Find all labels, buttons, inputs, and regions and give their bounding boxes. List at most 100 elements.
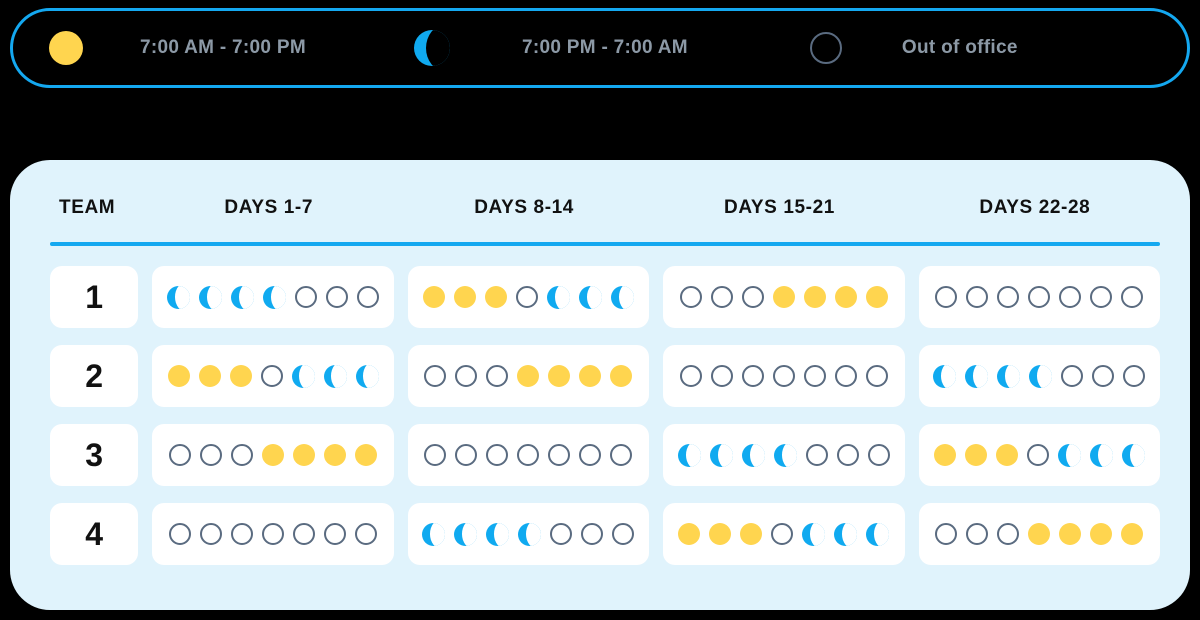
shift-week-cell[interactable] [152, 345, 394, 407]
empty-circle-icon [1059, 286, 1082, 308]
shift-week-cell[interactable] [663, 503, 905, 565]
empty-circle-icon [200, 444, 223, 466]
sun-icon [964, 444, 987, 466]
sun-icon [262, 444, 285, 466]
shift-week-cell[interactable] [663, 266, 905, 328]
moon-icon [167, 285, 191, 309]
column-header-week-2: DAYS 8-14 [474, 197, 574, 218]
moon-icon [413, 30, 450, 66]
empty-circle-icon [231, 444, 254, 466]
shift-week-cell[interactable] [918, 266, 1161, 328]
empty-circle-icon [486, 365, 509, 387]
moon-icon [610, 285, 634, 309]
empty-circle-icon [772, 365, 795, 387]
empty-circle-icon [231, 523, 254, 545]
table-row: 3 [50, 424, 1161, 486]
empty-circle-icon [610, 444, 633, 466]
moon-icon [866, 522, 890, 546]
sun-icon [995, 444, 1018, 466]
empty-circle-icon [169, 444, 192, 466]
table-row: 1 [50, 266, 1161, 328]
sun-icon [803, 286, 826, 308]
schedule-panel: TEAM DAYS 1-7 DAYS 8-14 DAYS 15-21 DAYS … [10, 160, 1190, 610]
moon-icon [1057, 443, 1081, 467]
empty-circle-icon [200, 523, 223, 545]
shift-week-cell[interactable] [152, 424, 394, 486]
sun-icon [1121, 523, 1144, 545]
legend-label-night-shift: 7:00 PM - 7:00 AM [521, 37, 688, 58]
empty-circle-icon [867, 444, 890, 466]
column-header-week-4: DAYS 22-28 [979, 197, 1091, 218]
team-number-cell[interactable]: 1 [50, 266, 139, 328]
empty-circle-icon [710, 286, 733, 308]
empty-circle-icon [517, 444, 540, 466]
empty-circle-icon [424, 365, 447, 387]
table-header-row: TEAM DAYS 1-7 DAYS 8-14 DAYS 15-21 DAYS … [50, 160, 1160, 238]
column-header-week-1: DAYS 1-7 [224, 197, 314, 218]
empty-circle-icon [805, 444, 828, 466]
empty-circle-icon [455, 365, 478, 387]
sun-icon [579, 365, 602, 387]
moon-icon [291, 364, 315, 388]
moon-icon [802, 522, 826, 546]
empty-circle-icon [515, 286, 538, 308]
table-row: 4 [50, 503, 1161, 565]
shift-week-cell[interactable] [663, 345, 905, 407]
moon-icon [773, 443, 797, 467]
empty-circle-icon [710, 365, 733, 387]
sun-icon [453, 286, 476, 308]
empty-circle-icon [579, 444, 602, 466]
table-row: 2 [50, 345, 1161, 407]
empty-circle-icon [935, 286, 958, 308]
sun-icon [772, 286, 795, 308]
moon-icon [834, 522, 858, 546]
sun-icon [1028, 523, 1051, 545]
shift-week-cell[interactable] [663, 424, 905, 486]
empty-circle-icon [260, 365, 283, 387]
shift-week-cell[interactable] [407, 266, 650, 328]
empty-circle-icon [1121, 286, 1144, 308]
shift-week-cell[interactable] [918, 424, 1161, 486]
shift-week-cell[interactable] [918, 345, 1161, 407]
moon-icon [965, 364, 989, 388]
shift-week-cell[interactable] [918, 503, 1161, 565]
moon-icon [518, 522, 542, 546]
empty-circle-icon [809, 32, 842, 64]
shift-legend-bar: 7:00 AM - 7:00 PM 7:00 PM - 7:00 AM Out … [10, 8, 1190, 88]
moon-icon [231, 285, 255, 309]
moon-icon [709, 443, 733, 467]
legend-item-night-shift: 7:00 PM - 7:00 AM [413, 11, 688, 85]
shift-week-cell[interactable] [407, 424, 650, 486]
schedule-body: 1 2 3 4 [50, 246, 1161, 565]
team-number-cell[interactable]: 4 [50, 503, 139, 565]
sun-icon [865, 286, 888, 308]
team-number-cell[interactable]: 3 [50, 424, 139, 486]
empty-circle-icon [324, 523, 347, 545]
empty-circle-icon [357, 286, 380, 308]
moon-icon [578, 285, 602, 309]
sun-icon [834, 286, 857, 308]
sun-icon [167, 365, 190, 387]
empty-circle-icon [803, 365, 826, 387]
moon-icon [355, 364, 379, 388]
shift-week-cell[interactable] [152, 503, 394, 565]
empty-circle-icon [355, 523, 378, 545]
empty-circle-icon [169, 523, 192, 545]
empty-circle-icon [1026, 444, 1049, 466]
moon-icon [422, 522, 446, 546]
moon-icon [933, 364, 957, 388]
sun-icon [709, 523, 732, 545]
empty-circle-icon [834, 365, 857, 387]
empty-circle-icon [771, 523, 794, 545]
empty-circle-icon [548, 444, 571, 466]
moon-icon [323, 364, 347, 388]
empty-circle-icon [679, 286, 702, 308]
shift-week-cell[interactable] [152, 266, 394, 328]
empty-circle-icon [424, 444, 447, 466]
team-number-cell[interactable]: 2 [50, 345, 139, 407]
empty-circle-icon [997, 286, 1020, 308]
shift-week-cell[interactable] [407, 345, 650, 407]
shift-week-cell[interactable] [407, 503, 650, 565]
sun-icon [517, 365, 540, 387]
empty-circle-icon [1123, 365, 1146, 387]
